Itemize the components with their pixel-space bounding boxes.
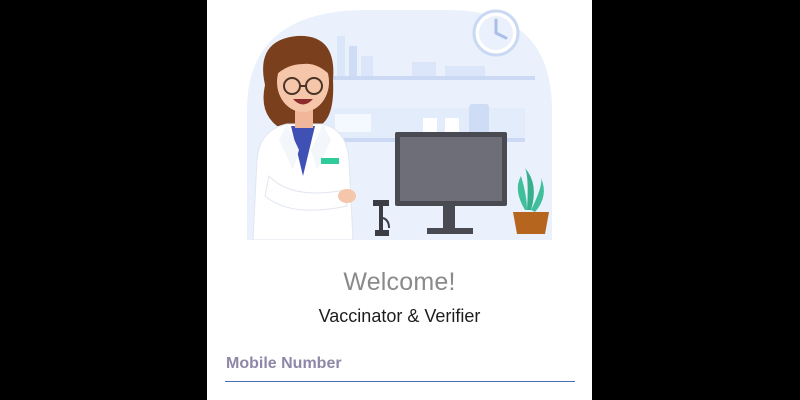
welcome-title: Welcome! bbox=[343, 268, 456, 296]
clock-icon bbox=[472, 9, 520, 57]
app-screen: Welcome! Vaccinator & Verifier bbox=[207, 0, 592, 400]
welcome-subtitle: Vaccinator & Verifier bbox=[318, 306, 481, 326]
mobile-number-input[interactable] bbox=[225, 346, 575, 382]
welcome-illustration bbox=[247, 9, 552, 240]
mobile-number-field bbox=[225, 346, 575, 386]
